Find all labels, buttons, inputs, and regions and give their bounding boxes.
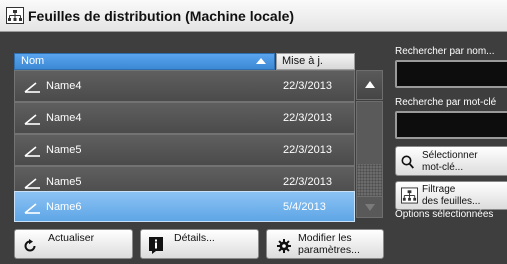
- details-button[interactable]: Détails...: [140, 229, 259, 259]
- row-name: Name4: [46, 80, 82, 92]
- scrollbar-thumb[interactable]: [357, 164, 382, 196]
- search-by-name-label: Rechercher par nom...: [395, 46, 495, 57]
- details-label: Détails...: [174, 232, 215, 244]
- filter-line2: des feuilles...: [422, 196, 481, 207]
- scroll-up-icon: [365, 81, 375, 88]
- table-row[interactable]: Name4 22/3/2013: [14, 70, 355, 102]
- modify-settings-button[interactable]: Modifier les paramètres...: [266, 229, 384, 259]
- select-keyword-button[interactable]: Sélectionner mot-clé...: [395, 146, 507, 176]
- row-date: 5/4/2013: [283, 201, 326, 213]
- row-name: Name4: [46, 112, 82, 124]
- options-selected-label: Options sélectionnées: [395, 209, 494, 220]
- refresh-button[interactable]: Actualiser: [14, 229, 133, 259]
- sheet-item-icon: [24, 82, 40, 93]
- sheet-item-icon: [24, 114, 40, 125]
- search-by-name-input[interactable]: [395, 60, 507, 88]
- sheet-item-icon: [24, 146, 40, 157]
- column-header-name[interactable]: Nom: [14, 53, 275, 70]
- column-header-updated[interactable]: Mise à j.: [276, 53, 355, 70]
- row-date: 22/3/2013: [283, 144, 332, 156]
- scroll-down-icon: [365, 204, 375, 211]
- row-date: 22/3/2013: [283, 112, 332, 124]
- distribution-sheet-icon: [6, 7, 24, 24]
- table-row[interactable]: Name4 22/3/2013: [14, 102, 355, 134]
- select-keyword-line1: Sélectionner: [422, 150, 478, 161]
- table-row-selected[interactable]: Name6 5/4/2013: [14, 191, 355, 222]
- filter-line1: Filtrage: [422, 184, 456, 195]
- modify-line1: Modifier les: [298, 232, 352, 244]
- refresh-label: Actualiser: [48, 232, 95, 244]
- title-bar: Feuilles de distribution (Machine locale…: [0, 0, 507, 32]
- table-row[interactable]: Name5 22/3/2013: [14, 134, 355, 166]
- scroll-up-button[interactable]: [356, 70, 383, 100]
- modify-line2: paramètres...: [298, 244, 360, 256]
- row-name: Name6: [46, 201, 82, 213]
- row-name: Name5: [46, 144, 82, 156]
- refresh-icon: [24, 239, 36, 252]
- info-icon: [149, 237, 163, 254]
- select-keyword-line2: mot-clé...: [422, 162, 464, 173]
- sheet-item-icon: [24, 178, 40, 189]
- filter-sheets-button[interactable]: Filtrage des feuilles...: [395, 181, 507, 210]
- sheet-item-icon: [24, 203, 40, 214]
- search-by-keyword-input[interactable]: [395, 111, 507, 139]
- filter-icon: [401, 187, 418, 204]
- gear-icon: [277, 239, 291, 253]
- window-title: Feuilles de distribution (Machine locale…: [28, 8, 295, 24]
- scroll-down-button[interactable]: [356, 196, 383, 218]
- column-header-updated-label: Mise à j.: [282, 55, 323, 67]
- column-header-name-label: Nom: [21, 55, 45, 67]
- row-date: 22/3/2013: [283, 176, 332, 188]
- row-name: Name5: [46, 176, 82, 188]
- search-icon: [401, 155, 414, 169]
- sort-ascending-icon: [256, 58, 266, 64]
- scrollbar-track[interactable]: [356, 101, 383, 196]
- row-date: 22/3/2013: [283, 80, 332, 92]
- search-by-keyword-label: Recherche par mot-clé: [395, 97, 497, 108]
